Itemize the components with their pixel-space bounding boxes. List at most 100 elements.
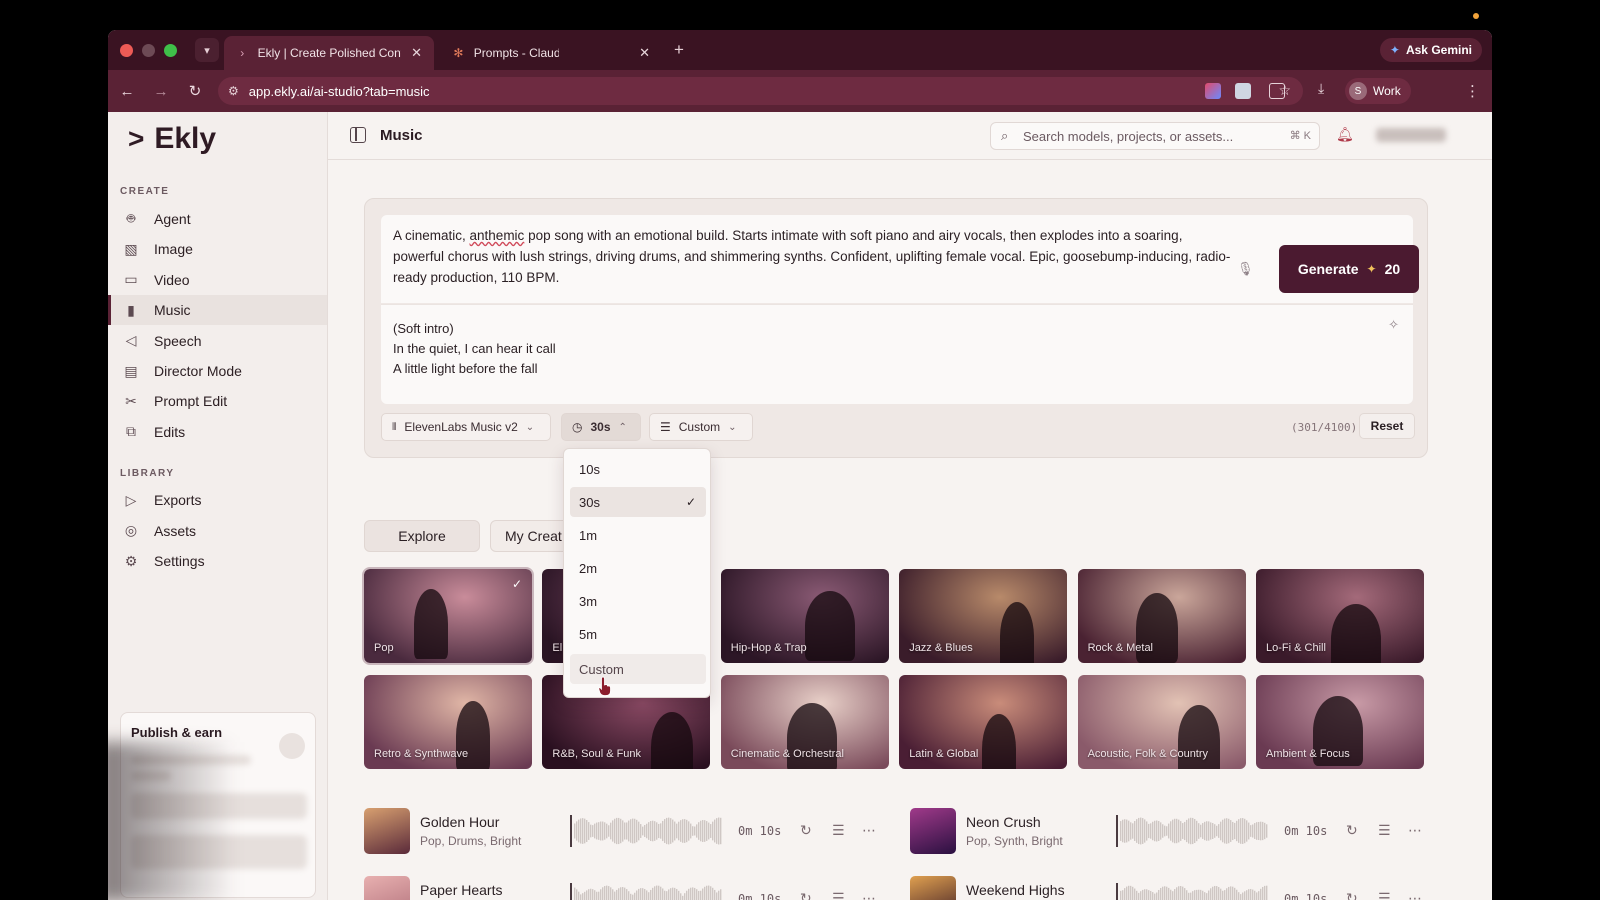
close-tab-icon[interactable]: ✕ bbox=[639, 45, 650, 61]
waveform[interactable] bbox=[1116, 882, 1268, 900]
browser-tab-claude[interactable]: ✻ Prompts - Claude ✕ bbox=[440, 36, 662, 70]
genre-card[interactable]: Retro & Synthwave bbox=[364, 675, 532, 769]
duration-option[interactable]: 10s bbox=[570, 454, 706, 484]
browser-tab-ekly[interactable]: › Ekly | Create Polished Conten ✕ bbox=[224, 36, 434, 70]
track-duration: 0m 10s bbox=[738, 824, 782, 838]
account-menu[interactable] bbox=[1376, 128, 1446, 142]
duration-option[interactable]: 3m bbox=[570, 586, 706, 616]
sliders-icon[interactable]: ☰ bbox=[1378, 890, 1391, 900]
figma-extension-icon[interactable] bbox=[1205, 83, 1221, 99]
sidebar-item-agent[interactable]: 🤖︎ Agent bbox=[108, 204, 327, 234]
regenerate-icon[interactable]: ↻ bbox=[800, 890, 812, 900]
duration-option[interactable]: 1m bbox=[570, 520, 706, 550]
site-info-icon[interactable]: ⚙ bbox=[228, 84, 239, 98]
sidebar-item-prompt-edit[interactable]: ✂ Prompt Edit bbox=[108, 386, 327, 416]
genre-card[interactable]: Cinematic & Orchestral bbox=[720, 675, 889, 769]
track-row[interactable]: Paper HeartsPop, Piano, Gentle0m 10s↻☰⋯ bbox=[364, 874, 884, 900]
more-icon[interactable]: ⋯ bbox=[862, 890, 876, 900]
regenerate-icon[interactable]: ↻ bbox=[1346, 822, 1358, 839]
duration-option[interactable]: 30s ✓ bbox=[570, 487, 706, 517]
duration-option[interactable]: 2m bbox=[570, 553, 706, 583]
tab-search-button[interactable]: ▾ bbox=[195, 38, 219, 62]
duration-option[interactable]: Custom bbox=[570, 654, 706, 684]
genre-card[interactable]: Pop ✓ bbox=[362, 567, 534, 665]
waveform[interactable] bbox=[570, 882, 722, 900]
generate-cost: 20 bbox=[1384, 261, 1401, 277]
lyrics-textarea[interactable]: (Soft intro) In the quiet, I can hear it… bbox=[381, 304, 1413, 404]
duration-menu: 10s 30s ✓ 1m 2m 3m 5m Custom bbox=[563, 448, 711, 698]
track-row[interactable]: Weekend HighsPop, Synth, Energetic0m 10s… bbox=[910, 874, 1430, 900]
bell-icon[interactable]: 🔔︎ bbox=[1336, 126, 1354, 143]
genre-artwork bbox=[651, 712, 694, 769]
reload-icon[interactable]: ↻ bbox=[180, 82, 210, 100]
more-icon[interactable]: ⋯ bbox=[1408, 890, 1422, 900]
sliders-icon[interactable]: ☰ bbox=[832, 890, 845, 900]
new-tab-button[interactable]: + bbox=[674, 40, 684, 60]
genre-card[interactable]: Ambient & Focus bbox=[1256, 675, 1424, 769]
sidebar-item-music[interactable]: ▮ Music bbox=[108, 295, 327, 326]
track-duration: 0m 10s bbox=[1284, 892, 1328, 900]
check-icon: ✓ bbox=[511, 577, 522, 591]
forward-icon[interactable]: → bbox=[146, 83, 176, 100]
clock-icon: ◷ bbox=[572, 420, 583, 434]
regenerate-icon[interactable]: ↻ bbox=[800, 822, 812, 839]
microphone-icon[interactable]: 🎙︎ bbox=[1237, 261, 1254, 277]
sidebar-item-exports[interactable]: ▷ Exports bbox=[108, 485, 327, 515]
sidebar-item-edits[interactable]: ⧉ Edits bbox=[108, 417, 327, 447]
sidebar-toggle-icon[interactable] bbox=[350, 127, 366, 143]
regenerate-icon[interactable]: ↻ bbox=[1346, 890, 1358, 900]
profile-button[interactable]: S Work bbox=[1345, 78, 1411, 104]
maximize-window-button[interactable] bbox=[164, 43, 177, 57]
prompt-text: A cinematic, anthemic pop song with an e… bbox=[393, 228, 1231, 285]
magic-wand-icon[interactable]: ✧ bbox=[1388, 317, 1399, 333]
model-select[interactable]: ⦀ ElevenLabs Music v2 ⌄ bbox=[381, 413, 551, 441]
sidebar-item-image[interactable]: ▧ Image bbox=[108, 234, 327, 264]
duration-option[interactable]: 5m bbox=[570, 619, 706, 649]
sidebar-item-settings[interactable]: ⚙ Settings bbox=[108, 546, 327, 576]
track-row[interactable]: Neon Crush Pop, Synth, Bright 0m 10s ↻ ☰ ⋯ bbox=[910, 806, 1430, 856]
search-input[interactable]: ⌕ Search models, projects, or assets... … bbox=[990, 122, 1320, 150]
waveform[interactable] bbox=[1116, 814, 1268, 848]
track-row[interactable]: Golden Hour Pop, Drums, Bright 0m 10s ↻ ☰ ⋯ bbox=[364, 806, 884, 856]
bars-icon: ⦀ bbox=[392, 421, 397, 433]
more-icon[interactable]: ⋯ bbox=[1408, 822, 1422, 839]
browser-menu-icon[interactable]: ⋮ bbox=[1465, 82, 1480, 100]
track-thumbnail[interactable] bbox=[364, 876, 410, 900]
more-icon[interactable]: ⋯ bbox=[862, 822, 876, 839]
reset-button[interactable]: Reset bbox=[1359, 413, 1415, 439]
mode-select[interactable]: ☰ Custom ⌄ bbox=[649, 413, 753, 441]
ask-gemini-button[interactable]: ✦ Ask Gemini bbox=[1379, 38, 1482, 62]
tab-explore[interactable]: Explore bbox=[364, 520, 480, 552]
genre-card[interactable]: Jazz & Blues bbox=[899, 569, 1068, 663]
track-thumbnail[interactable] bbox=[910, 876, 956, 900]
sidebar-item-speech[interactable]: ◁ Speech bbox=[108, 326, 327, 356]
generate-button[interactable]: Generate ✦ 20 bbox=[1279, 245, 1419, 293]
close-tab-icon[interactable]: ✕ bbox=[411, 45, 422, 61]
duration-select[interactable]: ◷ 30s ⌃ bbox=[561, 413, 641, 441]
track-thumbnail[interactable] bbox=[364, 808, 410, 854]
sidebar-item-assets[interactable]: ◎ Assets bbox=[108, 516, 327, 546]
logo[interactable]: > Ekly bbox=[128, 122, 216, 156]
minimize-window-button[interactable] bbox=[142, 43, 155, 57]
waveform[interactable] bbox=[570, 814, 722, 848]
claude-favicon-icon: ✻ bbox=[453, 46, 464, 60]
sidebar-item-director-mode[interactable]: ▤ Director Mode bbox=[108, 356, 327, 386]
download-icon[interactable]: ⤓ bbox=[1318, 80, 1334, 96]
sheets-extension-icon[interactable] bbox=[1235, 83, 1251, 99]
track-thumbnail[interactable] bbox=[910, 808, 956, 854]
sliders-icon[interactable]: ☰ bbox=[832, 822, 845, 839]
close-window-button[interactable] bbox=[120, 43, 133, 57]
sidebar-item-label: Agent bbox=[154, 211, 191, 227]
prompt-textarea[interactable]: A cinematic, anthemic pop song with an e… bbox=[381, 215, 1419, 303]
genre-card[interactable]: Latin & Global bbox=[899, 675, 1068, 769]
genre-card[interactable]: Hip-Hop & Trap bbox=[720, 569, 889, 663]
genre-card[interactable]: Acoustic, Folk & Country bbox=[1077, 675, 1246, 769]
sliders-icon[interactable]: ☰ bbox=[1378, 822, 1391, 839]
back-icon[interactable]: ← bbox=[112, 83, 142, 100]
genre-card[interactable]: Lo-Fi & Chill bbox=[1256, 569, 1424, 663]
sidebar-item-label: Video bbox=[154, 271, 190, 288]
address-bar[interactable]: ⚙ app.ekly.ai/ai-studio?tab=music ☆ bbox=[218, 77, 1303, 105]
extensions-puzzle-icon[interactable] bbox=[1269, 83, 1285, 99]
genre-card[interactable]: Rock & Metal bbox=[1077, 569, 1246, 663]
sidebar-item-video[interactable]: ▭ Video bbox=[108, 265, 327, 295]
